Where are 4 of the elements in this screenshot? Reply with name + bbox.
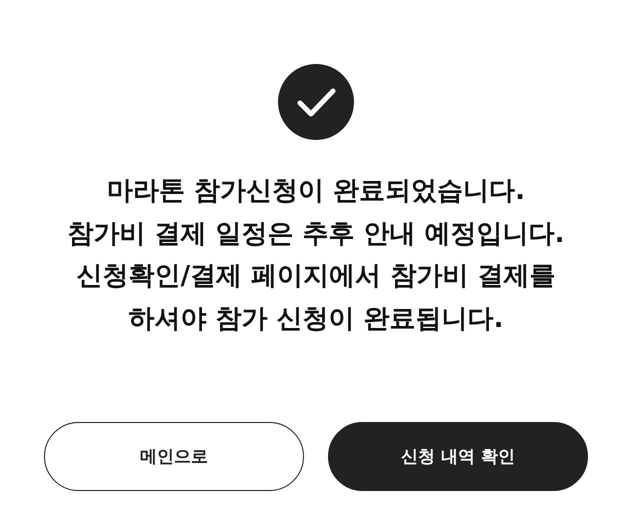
completion-message: 마라톤 참가신청이 완료되었습니다. 참가비 결제 일정은 추후 안내 예정입니다. 신청확인/결제 페이지에서 참가비 결제를 하셔야 참가 신청이 완료됩니다. xyxy=(67,175,565,336)
main-button[interactable]: 메인으로 xyxy=(44,422,304,491)
checkmark-icon xyxy=(278,64,354,140)
confirm-history-button[interactable]: 신청 내역 확인 xyxy=(328,422,588,491)
